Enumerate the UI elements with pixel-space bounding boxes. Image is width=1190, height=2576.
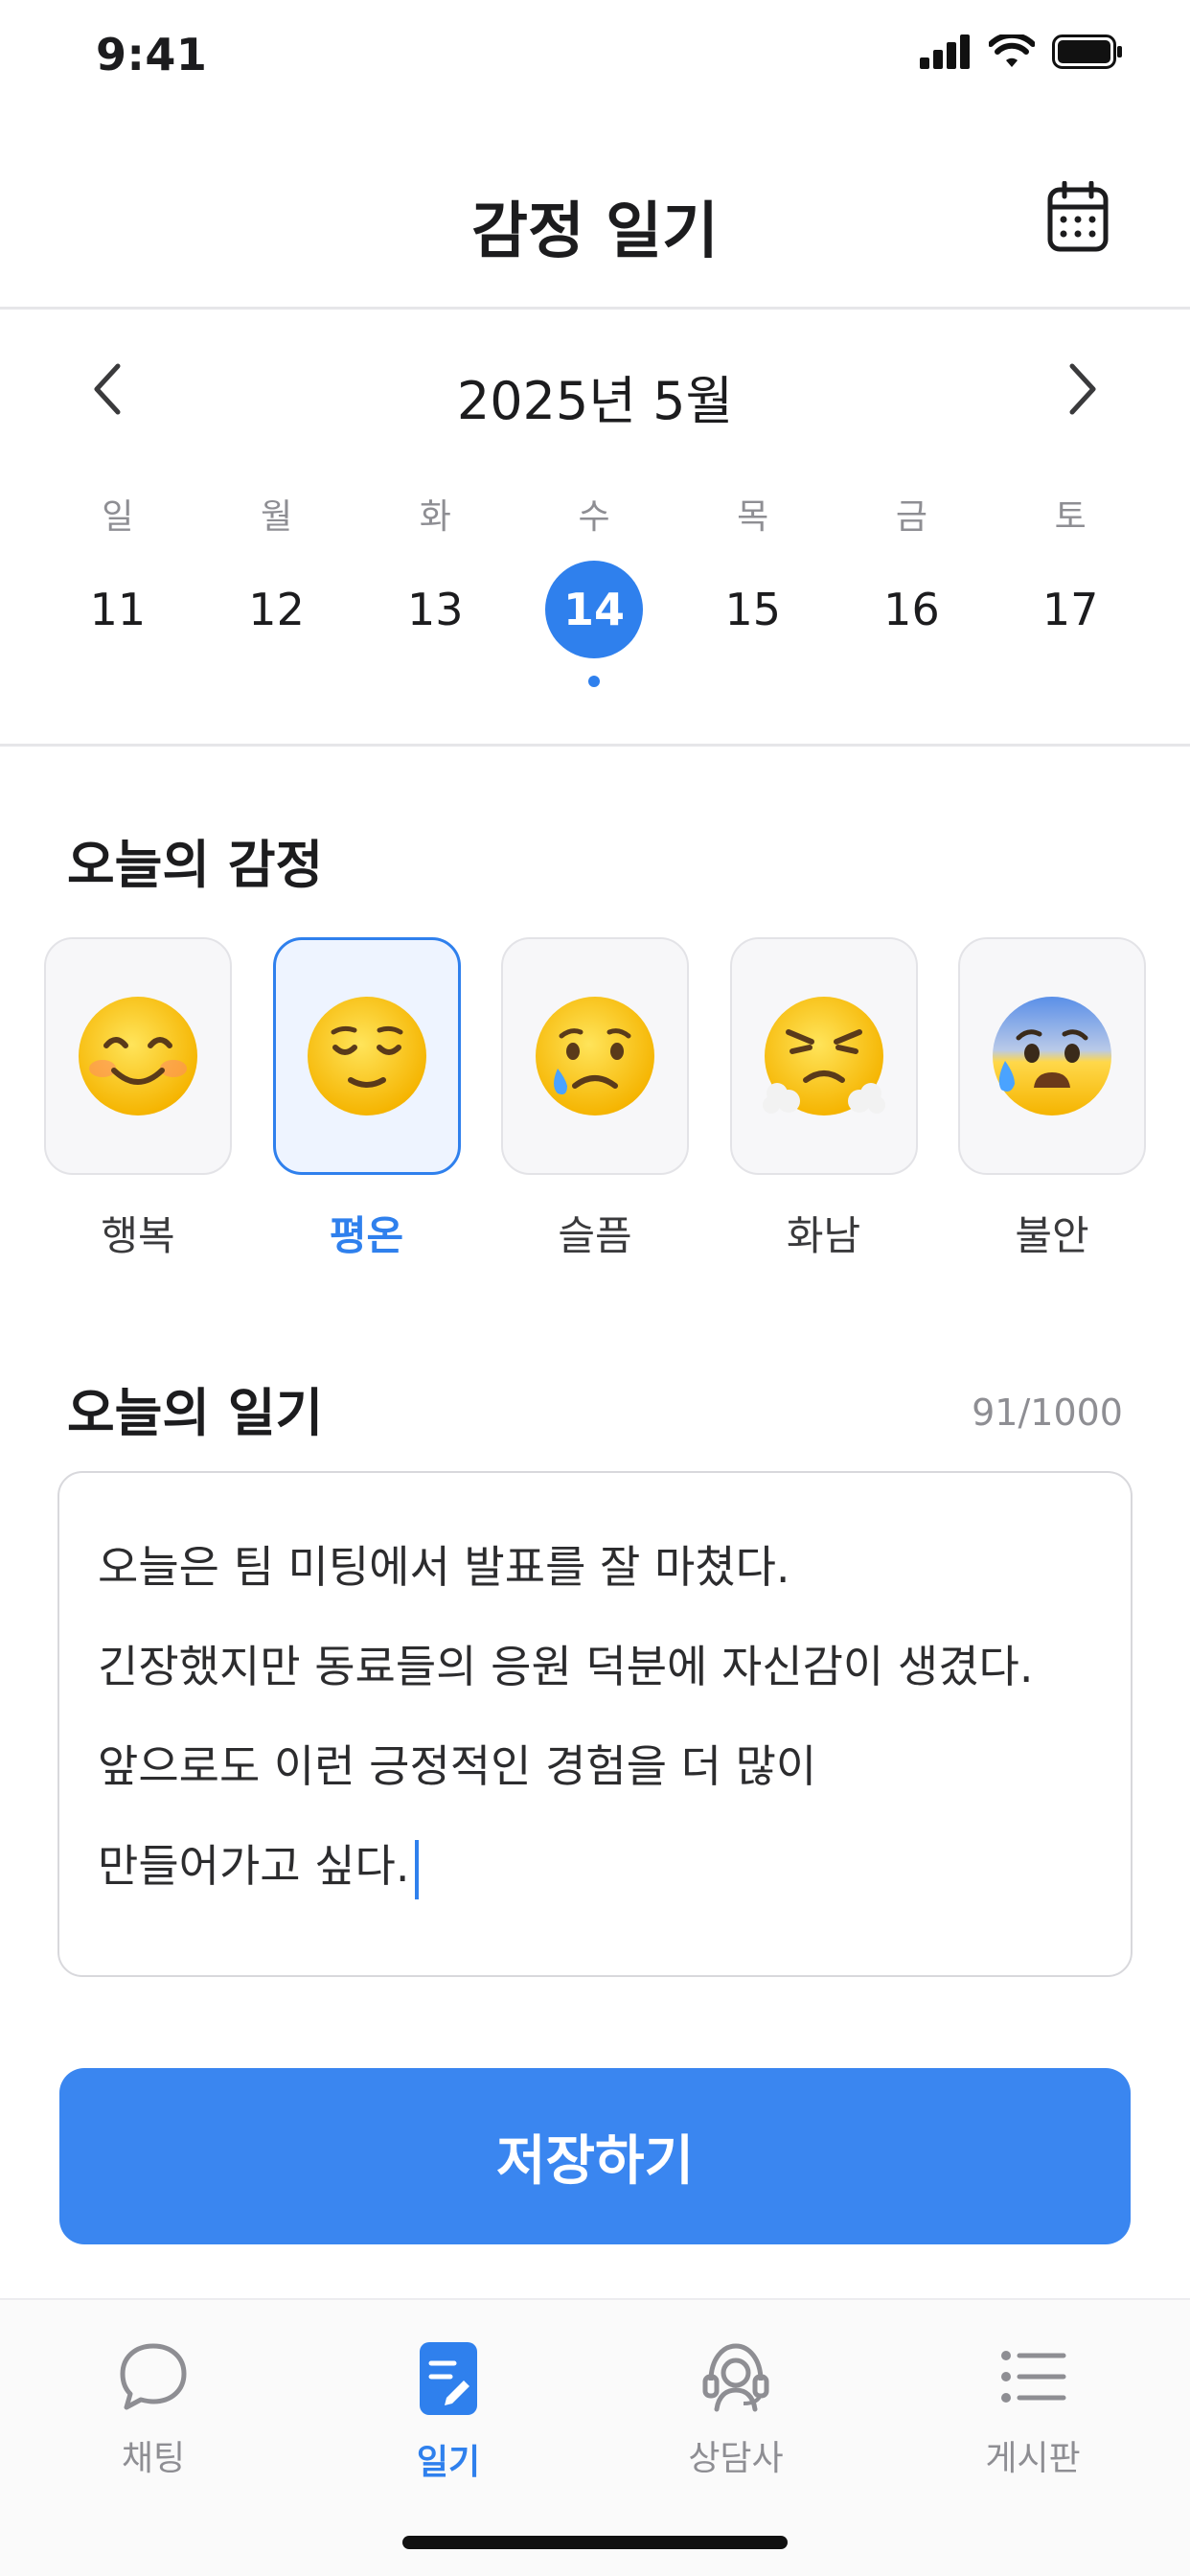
tab-counselor[interactable]: 상담사: [640, 2340, 832, 2480]
weekday-label: 목: [737, 497, 769, 537]
counselor-headset-icon: [702, 2343, 769, 2412]
diary-icon: [420, 2342, 477, 2415]
date-cell-selected[interactable]: 14: [515, 561, 674, 687]
date-number: 14: [545, 561, 644, 658]
diary-text-line: 오늘은 팀 미팅에서 발표를 잘 마쳤다.: [98, 1541, 790, 1593]
status-bar: 9:41: [0, 0, 1190, 115]
tab-bar: 채팅 일기 상담사 게시판: [0, 2298, 1190, 2576]
emotion-label: 불안: [1015, 1212, 1089, 1259]
date-number: 11: [89, 584, 147, 635]
entry-dot: [588, 676, 601, 687]
cellular-signal-icon: [920, 34, 970, 69]
tab-label: 채팅: [121, 2439, 186, 2478]
text-cursor: [415, 1839, 420, 1899]
emotion-option-sad[interactable]: 슬픔: [501, 937, 689, 1262]
list-icon: [1001, 2351, 1066, 2403]
save-button[interactable]: 저장하기: [59, 2068, 1131, 2244]
diary-text-line: 앞으로도 이런 긍정적인 경험을 더 많이: [98, 1740, 817, 1792]
home-indicator: [402, 2536, 788, 2549]
tab-label: 상담사: [688, 2439, 784, 2478]
date-number: 16: [883, 584, 940, 635]
next-month-button[interactable]: [1054, 358, 1111, 420]
date-number: 17: [1041, 584, 1099, 635]
emotion-card: [44, 937, 232, 1175]
diary-text-line: 긴장했지만 동료들의 응원 덕분에 자신감이 생겼다.: [98, 1641, 1034, 1692]
character-counter: 91/1000: [972, 1392, 1123, 1434]
date-number: 12: [248, 584, 305, 635]
tab-chat[interactable]: 채팅: [57, 2340, 249, 2480]
battery-icon: [1052, 34, 1122, 69]
diary-text-last: 만들어가고 싶다.: [98, 1840, 410, 1892]
smiling-face-icon: [79, 997, 197, 1116]
page-title: 감정 일기: [471, 196, 719, 267]
chevron-right-icon: [1069, 363, 1096, 415]
emotion-section-title: 오늘의 감정: [67, 835, 324, 895]
diary-section-title: 오늘의 일기: [67, 1383, 324, 1443]
tab-board[interactable]: 게시판: [937, 2340, 1129, 2480]
tab-label-active: 일기: [416, 2443, 481, 2482]
date-row: 11 12 13 14 15 16 17: [38, 561, 1150, 687]
date-cell[interactable]: 17: [991, 561, 1150, 666]
calendar-divider: [0, 744, 1190, 747]
weekday-label: 토: [1054, 497, 1087, 537]
weekday-label: 월: [261, 497, 293, 537]
weekday-label: 금: [895, 497, 928, 537]
date-cell[interactable]: 11: [38, 561, 197, 666]
emotion-option-angry[interactable]: 화남: [729, 937, 918, 1262]
month-navigator: 2025년 5월: [0, 345, 1190, 431]
date-cell[interactable]: 12: [197, 561, 356, 666]
emotion-label: 행복: [101, 1212, 175, 1259]
month-label: 2025년 5월: [456, 371, 734, 431]
emotion-card-selected: [272, 937, 461, 1175]
emotion-picker: 행복 평온 슬픔 화남 불안: [44, 937, 1146, 1262]
wifi-icon: [989, 34, 1035, 67]
date-cell[interactable]: 13: [355, 561, 515, 666]
weekday-label: 일: [102, 497, 134, 537]
crying-face-icon: [536, 997, 654, 1116]
anxious-sweat-face-icon: [993, 997, 1111, 1116]
weekday-label-selected: 수: [578, 497, 610, 537]
status-time: 9:41: [96, 29, 208, 80]
diary-textarea[interactable]: 오늘은 팀 미팅에서 발표를 잘 마쳤다. 긴장했지만 동료들의 응원 덕분에 …: [57, 1471, 1133, 1977]
calendar-icon: [1047, 181, 1109, 252]
weekday-row: 일 월 화 수 목 금 토: [38, 489, 1150, 539]
emotion-label-selected: 평온: [329, 1212, 404, 1259]
date-number: 15: [724, 584, 781, 635]
emotion-card: [501, 937, 689, 1175]
header: 감정 일기: [0, 144, 1190, 307]
emotion-card: [958, 937, 1146, 1175]
chat-bubble-icon: [120, 2343, 187, 2410]
emotion-label: 화남: [786, 1212, 861, 1259]
header-divider: [0, 307, 1190, 310]
tab-label: 게시판: [985, 2439, 1081, 2478]
diary-text-line-last: 만들어가고 싶다.: [98, 1816, 1092, 1916]
emotion-option-anxious[interactable]: 불안: [958, 937, 1146, 1262]
status-icons: [920, 34, 1123, 69]
date-cell[interactable]: 16: [833, 561, 992, 666]
emotion-option-calm[interactable]: 평온: [272, 937, 461, 1262]
huffing-face-icon: [762, 997, 885, 1116]
weekday-label: 화: [419, 497, 451, 537]
relieved-face-icon: [307, 997, 426, 1116]
tab-diary[interactable]: 일기: [353, 2340, 544, 2484]
emotion-card: [729, 937, 918, 1175]
date-number: 13: [407, 584, 464, 635]
emotion-label: 슬픔: [558, 1212, 632, 1259]
emotion-option-happy[interactable]: 행복: [44, 937, 232, 1262]
date-cell[interactable]: 15: [674, 561, 833, 666]
calendar-button[interactable]: [1042, 178, 1113, 255]
